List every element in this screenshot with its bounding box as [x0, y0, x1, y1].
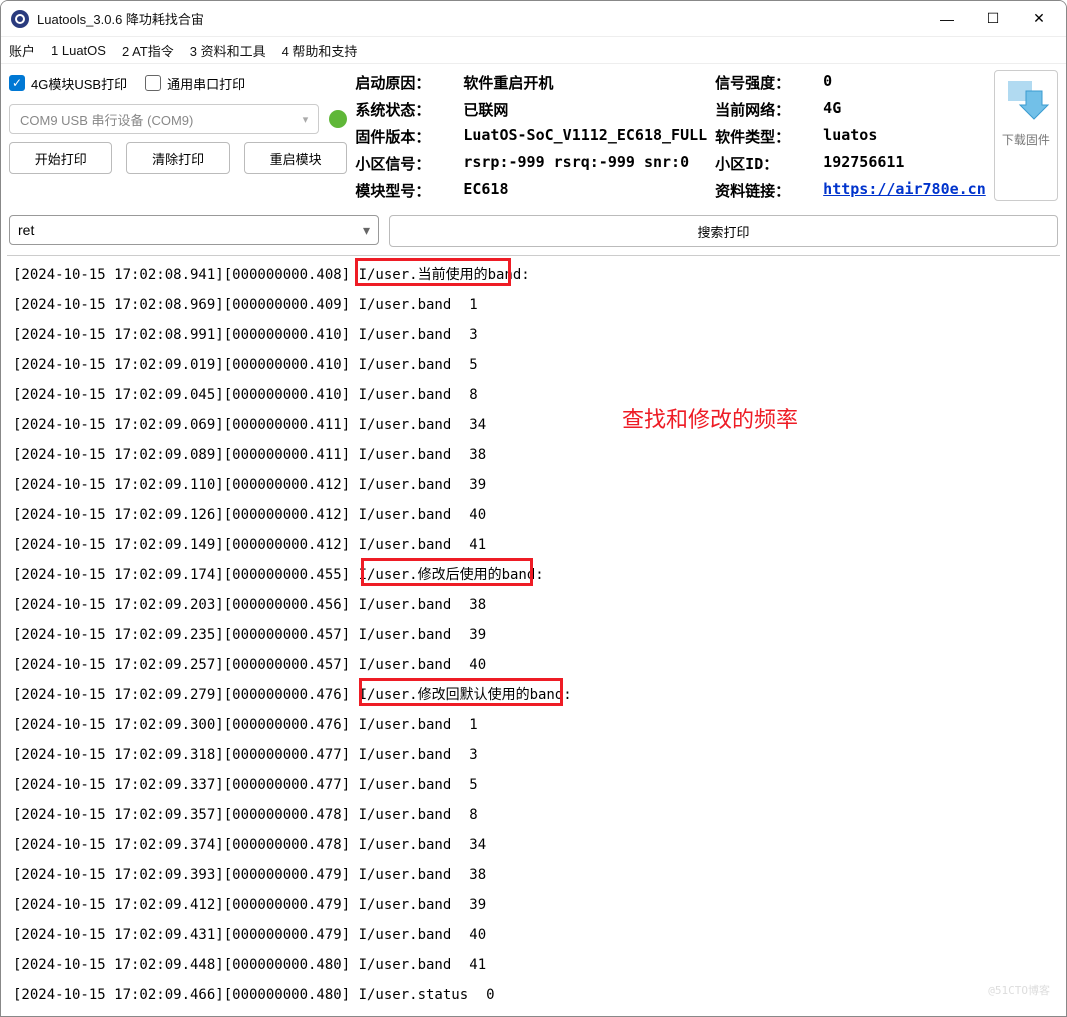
- toolbar: ✓ 4G模块USB打印 通用串口打印 COM9 USB 串行设备 (COM9) …: [1, 63, 1066, 211]
- search-input[interactable]: ret ▾: [9, 215, 379, 245]
- log-line[interactable]: [2024-10-15 17:02:09.412][000000000.479]…: [13, 890, 1054, 920]
- device-dropdown[interactable]: COM9 USB 串行设备 (COM9) ▾: [9, 104, 319, 134]
- log-line[interactable]: [2024-10-15 17:02:08.969][000000000.409]…: [13, 290, 1054, 320]
- log-line[interactable]: [2024-10-15 17:02:09.126][000000000.412]…: [13, 500, 1054, 530]
- log-line[interactable]: [2024-10-15 17:02:09.393][000000000.479]…: [13, 860, 1054, 890]
- chevron-down-icon: ▾: [303, 113, 309, 126]
- menu-tools[interactable]: 3 资料和工具: [190, 41, 266, 60]
- watermark: @51CTO博客: [988, 976, 1050, 1006]
- reboot-module-button[interactable]: 重启模块: [244, 142, 347, 174]
- info-status-value: 已联网: [463, 99, 707, 120]
- info-signal-value: 0: [823, 72, 986, 93]
- log-line[interactable]: [2024-10-15 17:02:09.300][000000000.476]…: [13, 710, 1054, 740]
- info-boot-reason-value: 软件重启开机: [463, 72, 707, 93]
- menu-at[interactable]: 2 AT指令: [122, 41, 174, 60]
- log-line[interactable]: [2024-10-15 17:02:09.466][000000000.480]…: [13, 980, 1054, 1010]
- log-line[interactable]: [2024-10-15 17:02:09.337][000000000.477]…: [13, 770, 1054, 800]
- info-module-label: 模块型号：: [355, 180, 455, 201]
- info-docs-link[interactable]: https://air780e.cn: [823, 180, 986, 198]
- titlebar: Luatools_3.0.6 降功耗找合宙 — ☐ ✕: [1, 1, 1066, 37]
- log-line[interactable]: [2024-10-15 17:02:09.110][000000000.412]…: [13, 470, 1054, 500]
- app-icon: [11, 10, 29, 28]
- info-cellid-label: 小区ID：: [715, 153, 815, 174]
- menu-help[interactable]: 4 帮助和支持: [282, 41, 358, 60]
- log-output[interactable]: [2024-10-15 17:02:08.941][000000000.408]…: [7, 255, 1060, 1010]
- info-signal-label: 信号强度：: [715, 72, 815, 93]
- check-icon: [145, 75, 161, 91]
- checkbox-usb-print[interactable]: ✓ 4G模块USB打印: [9, 74, 127, 93]
- close-button[interactable]: ✕: [1016, 3, 1062, 35]
- log-line[interactable]: [2024-10-15 17:02:09.019][000000000.410]…: [13, 350, 1054, 380]
- status-led-icon: [329, 110, 347, 128]
- log-line[interactable]: [2024-10-15 17:02:09.045][000000000.410]…: [13, 380, 1054, 410]
- log-line[interactable]: [2024-10-15 17:02:09.235][000000000.457]…: [13, 620, 1054, 650]
- info-firmware-label: 固件版本：: [355, 126, 455, 147]
- info-cellsignal-label: 小区信号：: [355, 153, 455, 174]
- info-docs-label: 资料链接：: [715, 180, 815, 201]
- log-line[interactable]: [2024-10-15 17:02:09.069][000000000.411]…: [13, 410, 1054, 440]
- log-line[interactable]: [2024-10-15 17:02:08.941][000000000.408]…: [13, 260, 1054, 290]
- info-module-value: EC618: [463, 180, 707, 201]
- log-line[interactable]: [2024-10-15 17:02:08.991][000000000.410]…: [13, 320, 1054, 350]
- maximize-button[interactable]: ☐: [970, 3, 1016, 35]
- search-row: ret ▾ 搜索打印: [1, 211, 1066, 255]
- minimize-button[interactable]: —: [924, 3, 970, 35]
- info-network-value: 4G: [823, 99, 986, 120]
- info-cellid-value: 192756611: [823, 153, 986, 174]
- log-line[interactable]: [2024-10-15 17:02:09.431][000000000.479]…: [13, 920, 1054, 950]
- app-window: Luatools_3.0.6 降功耗找合宙 — ☐ ✕ 账户 1 LuatOS …: [0, 0, 1067, 1017]
- chevron-down-icon: ▾: [363, 222, 370, 239]
- menu-account[interactable]: 账户: [9, 41, 35, 60]
- device-info-grid: 启动原因： 软件重启开机 信号强度： 0 系统状态： 已联网 当前网络： 4G …: [355, 70, 985, 201]
- info-network-label: 当前网络：: [715, 99, 815, 120]
- download-icon: [1002, 77, 1050, 125]
- check-icon: ✓: [9, 75, 25, 91]
- log-line[interactable]: [2024-10-15 17:02:09.448][000000000.480]…: [13, 950, 1054, 980]
- menubar: 账户 1 LuatOS 2 AT指令 3 资料和工具 4 帮助和支持: [1, 37, 1066, 63]
- info-boot-reason-label: 启动原因：: [355, 72, 455, 93]
- info-cellsignal-value: rsrp:-999 rsrq:-999 snr:0: [463, 153, 707, 174]
- log-line[interactable]: [2024-10-15 17:02:09.318][000000000.477]…: [13, 740, 1054, 770]
- start-print-button[interactable]: 开始打印: [9, 142, 112, 174]
- log-line[interactable]: [2024-10-15 17:02:09.279][000000000.476]…: [13, 680, 1054, 710]
- log-line[interactable]: [2024-10-15 17:02:09.257][000000000.457]…: [13, 650, 1054, 680]
- window-title: Luatools_3.0.6 降功耗找合宙: [37, 9, 924, 28]
- log-line[interactable]: [2024-10-15 17:02:09.357][000000000.478]…: [13, 800, 1054, 830]
- log-line[interactable]: [2024-10-15 17:02:09.174][000000000.455]…: [13, 560, 1054, 590]
- info-firmware-value: LuatOS-SoC_V1112_EC618_FULL: [463, 126, 707, 147]
- menu-luatos[interactable]: 1 LuatOS: [51, 43, 106, 58]
- download-firmware-button[interactable]: 下载固件: [994, 70, 1058, 201]
- log-line[interactable]: [2024-10-15 17:02:09.374][000000000.478]…: [13, 830, 1054, 860]
- search-button[interactable]: 搜索打印: [389, 215, 1058, 247]
- info-swtype-label: 软件类型：: [715, 126, 815, 147]
- log-line[interactable]: [2024-10-15 17:02:09.203][000000000.456]…: [13, 590, 1054, 620]
- log-line[interactable]: [2024-10-15 17:02:09.149][000000000.412]…: [13, 530, 1054, 560]
- log-line[interactable]: [2024-10-15 17:02:09.089][000000000.411]…: [13, 440, 1054, 470]
- info-status-label: 系统状态：: [355, 99, 455, 120]
- clear-print-button[interactable]: 清除打印: [126, 142, 229, 174]
- info-swtype-value: luatos: [823, 126, 986, 147]
- checkbox-serial-print[interactable]: 通用串口打印: [145, 74, 245, 93]
